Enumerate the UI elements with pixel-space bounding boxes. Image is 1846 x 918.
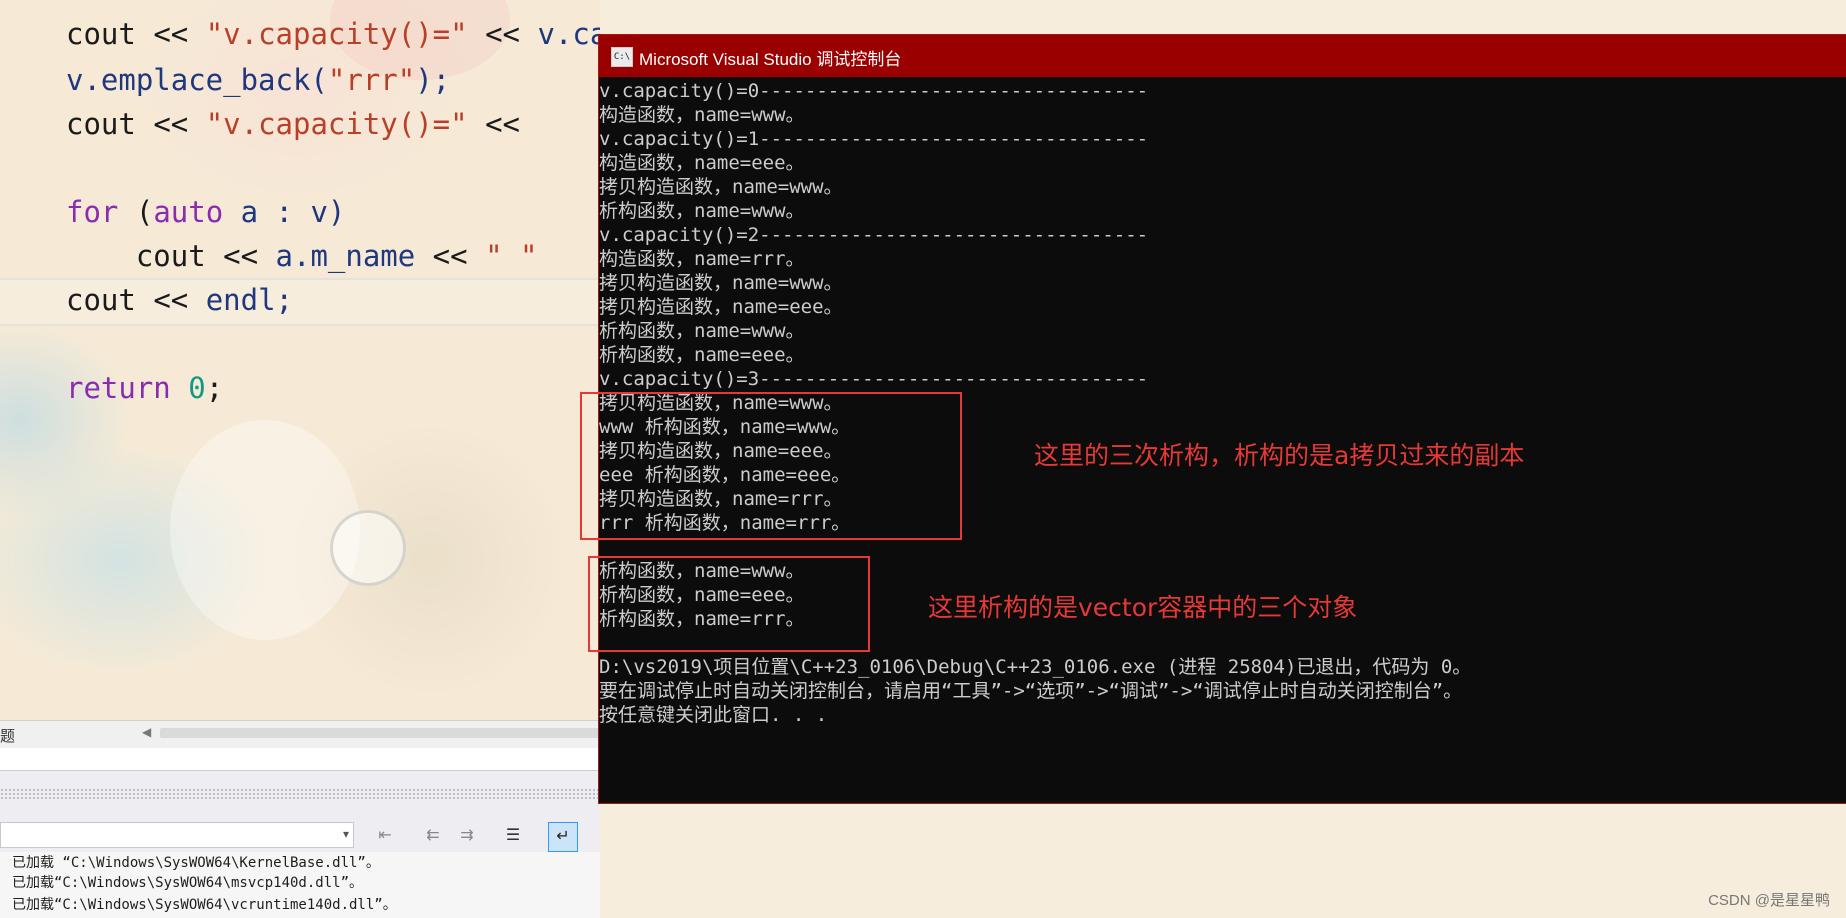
code-token: << bbox=[432, 239, 486, 273]
output-pane: 已加载 “C:\Windows\SysWOW64\KernelBase.dll”… bbox=[0, 852, 600, 918]
code-line[interactable]: cout << endl; bbox=[66, 282, 293, 318]
console-line: v.capacity()=3--------------------------… bbox=[599, 368, 1149, 390]
chevron-down-icon[interactable]: ▾ bbox=[343, 827, 349, 841]
code-line[interactable]: cout << "v.capacity()=" << v.capacity() … bbox=[66, 16, 600, 52]
code-token: for bbox=[66, 195, 136, 229]
console-line: v.capacity()=2--------------------------… bbox=[599, 224, 1149, 246]
code-token: "v.capacity()=" bbox=[205, 17, 468, 51]
console-line: v.capacity()=0--------------------------… bbox=[599, 80, 1149, 102]
annotation-box-copies bbox=[580, 392, 962, 540]
scrollbar-track[interactable] bbox=[160, 728, 600, 738]
code-line[interactable]: cout << "v.capacity()=" << bbox=[66, 106, 520, 142]
code-token: cout bbox=[66, 283, 154, 317]
console-line: 析构函数，name=eee。 bbox=[599, 344, 805, 366]
code-token: a : v) bbox=[240, 195, 346, 229]
code-token: v.emplace_back( bbox=[66, 63, 328, 97]
code-token: " " bbox=[485, 239, 538, 273]
code-line[interactable]: return 0; bbox=[66, 370, 223, 406]
console-line: D:\vs2019\项目位置\C++23_0106\Debug\C++23_01… bbox=[599, 656, 1472, 678]
code-token: "rrr" bbox=[327, 63, 416, 97]
code-token: cout bbox=[66, 239, 224, 273]
code-token: << bbox=[153, 283, 206, 317]
console-line: 构造函数，name=eee。 bbox=[599, 152, 805, 174]
output-line: 已加载“C:\Windows\SysWOW64\vcruntime140d.dl… bbox=[12, 897, 397, 913]
background-art-figure bbox=[170, 420, 360, 640]
code-token: ; bbox=[205, 371, 224, 405]
console-line: 析构函数，name=www。 bbox=[599, 200, 805, 222]
output-toolbar: ▾ ⇤ ⇇ ⇉ ☰ ↵ bbox=[0, 818, 600, 854]
background-art-badge bbox=[330, 510, 406, 586]
annotation-box-vector-objects bbox=[588, 556, 870, 652]
output-source-select[interactable]: ▾ bbox=[0, 822, 354, 848]
console-line: 析构函数，name=www。 bbox=[599, 320, 805, 342]
console-line: 构造函数，name=www。 bbox=[599, 104, 805, 126]
code-token: << bbox=[153, 107, 206, 141]
scroll-left-icon[interactable]: ◀ bbox=[142, 725, 151, 739]
editor-horizontal-scrollbar[interactable]: 题 ◀ bbox=[0, 720, 600, 747]
find-message-icon[interactable]: ⇤ bbox=[372, 822, 398, 848]
code-token: return bbox=[66, 371, 189, 405]
console-line: 拷贝构造函数，name=eee。 bbox=[599, 296, 843, 318]
previous-message-icon[interactable]: ⇇ bbox=[420, 822, 446, 848]
code-token: << bbox=[153, 17, 206, 51]
watermark: CSDN @是星星鸭 bbox=[1708, 892, 1830, 909]
console-titlebar[interactable]: C:\ Microsoft Visual Studio 调试控制台 bbox=[599, 35, 1846, 77]
clear-all-icon[interactable]: ☰ bbox=[500, 822, 526, 848]
code-token: cout bbox=[66, 107, 154, 141]
code-token: v.capacity() << " bbox=[537, 17, 600, 51]
console-title: Microsoft Visual Studio 调试控制台 bbox=[639, 50, 902, 69]
code-token: << bbox=[467, 17, 538, 51]
issues-tab-label: 题 bbox=[0, 727, 16, 745]
next-message-icon[interactable]: ⇉ bbox=[454, 822, 480, 848]
annotation-note-copies: 这里的三次析构，析构的是a拷贝过来的副本 bbox=[1034, 441, 1525, 470]
code-token: << bbox=[223, 239, 276, 273]
output-line: 已加载 “C:\Windows\SysWOW64\KernelBase.dll”… bbox=[12, 855, 380, 871]
console-line: 拷贝构造函数，name=www。 bbox=[599, 272, 843, 294]
panel-splitter-grip[interactable] bbox=[0, 788, 600, 800]
console-line: 按任意键关闭此窗口. . . bbox=[599, 704, 828, 726]
code-line[interactable]: cout << a.m_name << " " bbox=[66, 238, 538, 274]
code-token: auto bbox=[153, 195, 241, 229]
code-line[interactable]: for (auto a : v) bbox=[66, 194, 345, 230]
console-line: v.capacity()=1--------------------------… bbox=[599, 128, 1149, 150]
console-line: 拷贝构造函数，name=www。 bbox=[599, 176, 843, 198]
code-token: 0 bbox=[188, 371, 206, 405]
code-token: ); bbox=[415, 63, 451, 97]
code-token: cout bbox=[66, 17, 154, 51]
console-app-icon: C:\ bbox=[611, 47, 633, 67]
code-token: endl; bbox=[205, 283, 294, 317]
code-token: << bbox=[467, 107, 520, 141]
annotation-note-vector-objects: 这里析构的是vector容器中的三个对象 bbox=[928, 593, 1358, 622]
code-editor[interactable]: cout << "v.capacity()=" << v.capacity() … bbox=[0, 0, 600, 720]
console-line: 要在调试停止时自动关闭控制台，请启用“工具”->“选项”->“调试”->“调试停… bbox=[599, 680, 1463, 702]
code-line[interactable]: v.emplace_back("rrr"); bbox=[66, 62, 450, 98]
console-line: 构造函数，name=rrr。 bbox=[599, 248, 805, 270]
word-wrap-icon[interactable]: ↵ bbox=[548, 822, 578, 852]
code-token: a.m_name bbox=[275, 239, 433, 273]
code-token: "v.capacity()=" bbox=[205, 107, 468, 141]
output-line: 已加载“C:\Windows\SysWOW64\msvcp140d.dll”。 bbox=[12, 875, 364, 891]
panel-divider bbox=[0, 748, 600, 771]
code-token: ( bbox=[135, 195, 154, 229]
